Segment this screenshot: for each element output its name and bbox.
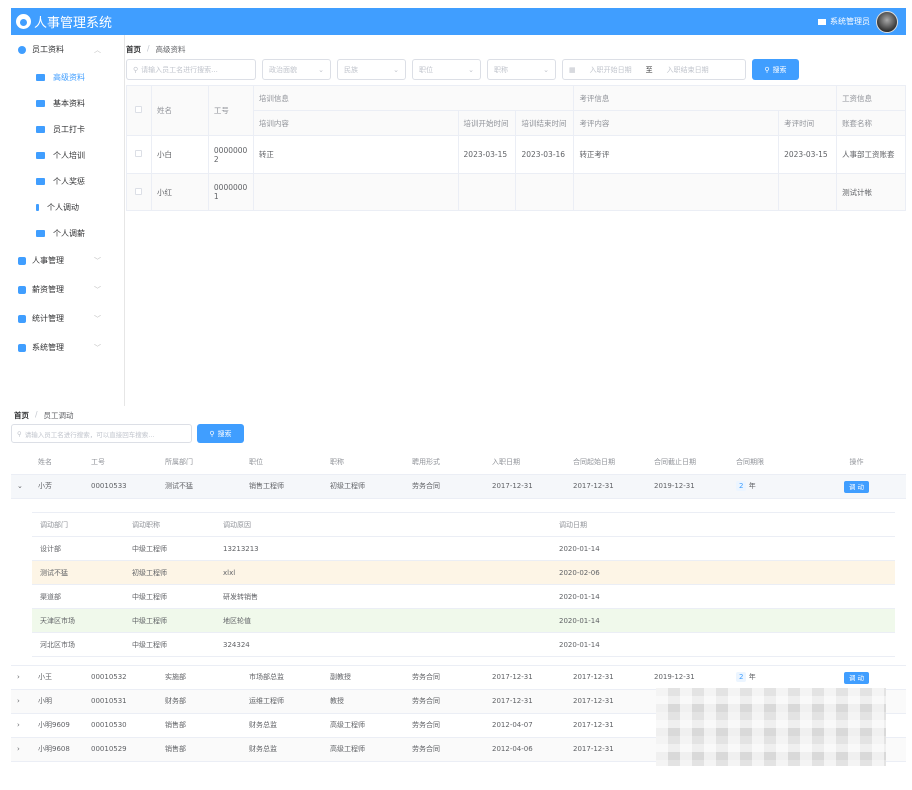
card-icon <box>36 125 45 133</box>
detail-row: 设计部 中级工程师 13213213 2020-01-14 <box>32 536 895 561</box>
select-politics[interactable]: 政治面貌 ⌄ <box>262 59 331 80</box>
search-button[interactable]: ⚲ 搜索 <box>752 59 799 80</box>
plane-icon <box>36 177 45 185</box>
people-icon <box>36 151 45 159</box>
transfer-search-input[interactable]: ⚲ 请输入员工名进行搜索，可以直接回车搜索... <box>11 424 192 443</box>
date-range[interactable]: ▦ 入职开始日期 至 入职结束日期 <box>562 59 746 80</box>
chevron-up-icon: ︿ <box>94 45 101 54</box>
detail-row: 天津区市场 中级工程师 地区轮值 2020-01-14 <box>32 608 895 633</box>
select-title[interactable]: 职称 ⌄ <box>487 59 556 80</box>
advanced-info-table: 姓名 工号 培训信息 考评信息 工资信息 培训内容 培训开始时间 培训结束时间 … <box>126 85 906 211</box>
chevron-down-icon: ⌄ <box>393 65 399 74</box>
hr-icon <box>18 256 26 265</box>
breadcrumb-transfer: 首页 / 员工调动 <box>14 410 74 421</box>
brand: 人事管理系统 <box>16 12 112 31</box>
expand-icon[interactable]: › <box>11 665 32 690</box>
menu-item-advanced-info[interactable]: 高级资料 <box>11 64 124 90</box>
user-menu[interactable]: 系统管理员 <box>818 10 898 33</box>
expand-icon[interactable]: › <box>11 689 32 714</box>
header-account: 账套名称 <box>836 110 906 136</box>
bar-icon <box>36 203 39 211</box>
sidebar: 员工资料 ︿ 高级资料 基本资料 员工打卡 个人培训 个人奖惩 个人调动 个人调薪… <box>11 35 125 406</box>
menu-system[interactable]: 系统管理 ﹀ <box>11 333 124 362</box>
crumb-home[interactable]: 首页 <box>14 410 29 421</box>
chevron-down-icon: ⌄ <box>543 65 549 74</box>
crumb-current: 高级资料 <box>155 45 186 54</box>
card-icon <box>36 99 45 107</box>
select-all-checkbox[interactable] <box>126 85 152 136</box>
calendar-icon: ▦ <box>569 65 576 74</box>
header-train-start: 培训开始时间 <box>457 110 517 136</box>
chart-icon <box>18 314 26 323</box>
header-train-content: 培训内容 <box>252 110 459 136</box>
menu-item-rewards[interactable]: 个人奖惩 <box>11 168 124 194</box>
select-position[interactable]: 职位 ⌄ <box>412 59 481 80</box>
header-appraise-content: 考评内容 <box>573 110 780 136</box>
top-bar: 人事管理系统 系统管理员 <box>11 8 906 35</box>
redacted-area <box>656 688 886 766</box>
menu-item-salary-adjust[interactable]: 个人调薪 <box>11 220 124 246</box>
detail-row: 测试不猛 初级工程师 xlxl 2020-02-06 <box>32 560 895 585</box>
header-train: 培训信息 <box>252 85 575 111</box>
user-icon <box>18 45 26 54</box>
transfer-button[interactable]: 调 动 <box>843 672 870 684</box>
chevron-down-icon: ﹀ <box>94 285 101 294</box>
logo-icon <box>16 14 31 29</box>
menu-staff-info[interactable]: 员工资料 ︿ <box>11 35 124 64</box>
card-icon <box>36 73 45 81</box>
app-title: 人事管理系统 <box>34 16 113 31</box>
detail-row: 渠道部 中级工程师 研发转销售 2020-01-14 <box>32 584 895 609</box>
search-icon: ⚲ <box>764 65 770 74</box>
menu-item-basic-info[interactable]: 基本资料 <box>11 90 124 116</box>
user-name[interactable]: 系统管理员 <box>830 16 870 27</box>
windows-icon <box>18 343 26 352</box>
chevron-down-icon: ﹀ <box>94 314 101 323</box>
chevron-down-icon: ⌄ <box>318 65 324 74</box>
header-workid: 工号 <box>207 85 254 136</box>
menu-stats[interactable]: 统计管理 ﹀ <box>11 304 124 333</box>
chevron-down-icon: ⌄ <box>468 65 474 74</box>
table-header: 姓名 工号 所属部门 职位 职称 聘用形式 入职日期 合同起始日期 合同截止日期… <box>11 450 906 475</box>
expand-icon[interactable]: › <box>11 713 32 738</box>
chevron-down-icon: ﹀ <box>94 256 101 265</box>
menu-hr[interactable]: 人事管理 ﹀ <box>11 246 124 275</box>
table-row-expanded[interactable]: ⌄ 小芳 00010533 测试不猛 销售工程师 初级工程师 劳务合同 2017… <box>11 474 906 499</box>
menu-item-transfer[interactable]: 个人调动 <box>11 194 124 220</box>
header-train-end: 培训结束时间 <box>515 110 575 136</box>
row-checkbox[interactable] <box>126 173 152 211</box>
header-name: 姓名 <box>150 85 209 136</box>
breadcrumb: 首页 / 高级资料 <box>126 44 186 55</box>
header-appraise-time: 考评时间 <box>778 110 838 136</box>
card-icon <box>36 229 45 237</box>
wallet-icon <box>18 285 26 294</box>
menu-salary[interactable]: 薪资管理 ﹀ <box>11 275 124 304</box>
detail-header: 调动部门 调动职称 调动原因 调动日期 <box>32 512 895 537</box>
search-icon: ⚲ <box>17 429 22 438</box>
search-input[interactable]: ⚲ 请输入员工名进行搜索... <box>126 59 256 80</box>
avatar[interactable] <box>876 10 898 33</box>
menu-item-training[interactable]: 个人培训 <box>11 142 124 168</box>
menu-item-clock-in[interactable]: 员工打卡 <box>11 116 124 142</box>
header-salary: 工资信息 <box>836 85 906 111</box>
search-icon: ⚲ <box>209 429 215 438</box>
crumb-home[interactable]: 首页 <box>126 44 141 55</box>
mail-icon <box>818 18 826 25</box>
transfer-button[interactable]: 调 动 <box>843 481 870 493</box>
search-icon: ⚲ <box>133 65 139 74</box>
table-row[interactable]: 小白 00000002 转正 2023-03-15 2023-03-16 转正考… <box>126 135 906 174</box>
table-row[interactable]: › 小王 00010532 实施部 市场部总监 副教授 劳务合同 2017-12… <box>11 665 906 690</box>
filter-bar: ⚲ 请输入员工名进行搜索... 政治面貌 ⌄ 民族 ⌄ 职位 ⌄ 职称 ⌄ ▦ 入职开始日… <box>126 59 799 80</box>
transfer-search-button[interactable]: ⚲ 搜索 <box>197 424 244 443</box>
table-row[interactable]: 小红 00000001 测试计帐 <box>126 173 906 211</box>
header-appraise: 考评信息 <box>573 85 838 111</box>
crumb-current: 员工调动 <box>43 411 74 420</box>
expand-icon[interactable]: › <box>11 737 32 762</box>
transfer-detail-table: 调动部门 调动职称 调动原因 调动日期 设计部 中级工程师 13213213 2020… <box>32 512 895 657</box>
select-nation[interactable]: 民族 ⌄ <box>337 59 406 80</box>
row-checkbox[interactable] <box>126 135 152 174</box>
detail-row: 河北区市场 中级工程师 324324 2020-01-14 <box>32 632 895 657</box>
chevron-down-icon: ﹀ <box>94 343 101 352</box>
collapse-icon[interactable]: ⌄ <box>11 474 32 499</box>
